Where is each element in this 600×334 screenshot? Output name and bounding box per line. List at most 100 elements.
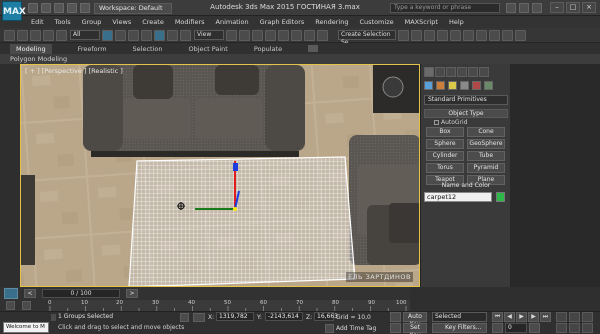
reference-coordinate-dropdown[interactable]: View	[194, 30, 224, 40]
help-icon[interactable]	[532, 3, 542, 13]
select-by-name-icon[interactable]	[115, 29, 126, 41]
binoculars-icon[interactable]	[506, 3, 516, 13]
space-warps-icon[interactable]	[484, 81, 493, 90]
tab-modeling[interactable]: Modeling	[10, 43, 52, 54]
viewport-layout-icon[interactable]	[4, 288, 18, 299]
keyboard-shortcut-icon[interactable]	[252, 29, 263, 41]
redo-icon[interactable]	[17, 29, 28, 41]
menu-help[interactable]: Help	[449, 18, 464, 26]
zoom-all-icon[interactable]	[569, 312, 580, 322]
tube-button[interactable]: Tube	[467, 151, 505, 161]
undo-icon[interactable]	[67, 3, 77, 13]
modify-tab-icon[interactable]	[435, 67, 445, 77]
viewcube-icon[interactable]	[382, 76, 404, 98]
add-time-tag[interactable]: Add Time Tag	[336, 325, 376, 332]
primitive-category-dropdown[interactable]: Standard Primitives	[424, 95, 508, 105]
unlink-icon[interactable]	[43, 29, 54, 41]
tab-populate[interactable]: Populate	[254, 45, 282, 53]
pyramid-button[interactable]: Pyramid	[467, 163, 505, 173]
menu-rendering[interactable]: Rendering	[315, 18, 348, 26]
orbit-icon[interactable]	[582, 323, 593, 333]
select-object-icon[interactable]	[102, 29, 113, 41]
key-icon[interactable]	[390, 312, 401, 322]
pan-view-icon[interactable]	[569, 323, 580, 333]
name-color-rollout[interactable]: Name and Color	[424, 182, 508, 190]
next-frame-icon[interactable]: ▶	[528, 312, 539, 322]
curve-editor-icon[interactable]	[450, 29, 461, 41]
geosphere-button[interactable]: GeoSphere	[467, 139, 505, 149]
zoom-icon[interactable]	[556, 312, 567, 322]
bind-space-warp-icon[interactable]	[56, 29, 67, 41]
angle-snap-icon[interactable]	[278, 29, 289, 41]
minimize-button[interactable]: –	[550, 2, 564, 13]
y-coord-field[interactable]: -2143,614	[265, 312, 303, 321]
search-input[interactable]: Type a keyword or phrase	[390, 3, 500, 13]
time-slider-frame[interactable]: 0 / 100	[42, 289, 120, 298]
torus-button[interactable]: Torus	[426, 163, 464, 173]
set-key-icon[interactable]	[390, 323, 401, 333]
cylinder-button[interactable]: Cylinder	[426, 151, 464, 161]
render-production-icon[interactable]	[515, 29, 526, 41]
utilities-tab-icon[interactable]	[479, 67, 489, 77]
rectangle-selection-icon[interactable]	[128, 29, 139, 41]
render-setup-icon[interactable]	[489, 29, 500, 41]
spinner-snap-icon[interactable]	[304, 29, 315, 41]
edit-named-selection-icon[interactable]	[317, 29, 328, 41]
app-menu-button[interactable]: MAX	[2, 1, 26, 21]
next-frame-button[interactable]: >	[126, 289, 138, 298]
window-crossing-icon[interactable]	[141, 29, 152, 41]
current-frame-field[interactable]: 0	[505, 323, 527, 333]
key-filters-button[interactable]: Key Filters...	[432, 323, 487, 333]
layer-manager-icon[interactable]	[424, 29, 435, 41]
motion-tab-icon[interactable]	[457, 67, 467, 77]
open-file-icon[interactable]	[41, 3, 51, 13]
rendered-frame-window-icon[interactable]	[502, 29, 513, 41]
percent-snap-icon[interactable]	[291, 29, 302, 41]
ribbon-options-icon[interactable]	[308, 45, 319, 52]
menu-animation[interactable]: Animation	[216, 18, 249, 26]
object-name-field[interactable]: carpet12	[424, 192, 492, 202]
lights-icon[interactable]	[448, 81, 457, 90]
menu-tools[interactable]: Tools	[55, 18, 71, 26]
snap-toggle-icon[interactable]	[265, 29, 276, 41]
select-scale-icon[interactable]	[180, 29, 191, 41]
trackbar-filter-icon[interactable]	[22, 301, 31, 310]
go-to-start-icon[interactable]: ⏮	[492, 312, 503, 322]
named-selection-sets-dropdown[interactable]: Create Selection Se	[338, 30, 396, 46]
graphite-toggle-icon[interactable]	[437, 29, 448, 41]
select-move-icon[interactable]	[154, 29, 165, 41]
star-icon[interactable]	[519, 3, 529, 13]
tab-freeform[interactable]: Freeform	[78, 45, 107, 53]
field-of-view-icon[interactable]	[556, 323, 567, 333]
maximize-button[interactable]: □	[566, 2, 580, 13]
select-rotate-icon[interactable]	[167, 29, 178, 41]
x-coord-field[interactable]: 1319,782	[216, 312, 254, 321]
z-coord-field[interactable]: 16,663	[314, 312, 338, 321]
object-type-rollout[interactable]: Object Type	[424, 109, 508, 118]
create-tab-icon[interactable]	[424, 67, 434, 77]
prev-frame-button[interactable]: <	[24, 289, 36, 298]
key-mode-dropdown[interactable]: Selected	[432, 312, 487, 322]
workspace-dropdown[interactable]: Workspace: Default	[94, 3, 172, 14]
manipulate-icon[interactable]	[239, 29, 250, 41]
previous-frame-icon[interactable]: ◀	[504, 312, 515, 322]
absolute-mode-icon[interactable]	[193, 313, 205, 322]
track-bar[interactable]: 0 10 20 30 40 50 60 70 80 90 100	[48, 300, 410, 311]
zoom-extents-icon[interactable]	[582, 312, 593, 322]
play-icon[interactable]: ▶	[516, 312, 527, 322]
menu-customize[interactable]: Customize	[359, 18, 393, 26]
key-mode-toggle-icon[interactable]	[492, 323, 503, 333]
pivot-center-icon[interactable]	[226, 29, 237, 41]
geometry-icon[interactable]	[424, 81, 433, 90]
hierarchy-tab-icon[interactable]	[446, 67, 456, 77]
helpers-icon[interactable]	[472, 81, 481, 90]
undo-icon[interactable]	[4, 29, 15, 41]
schematic-view-icon[interactable]	[463, 29, 474, 41]
object-color-swatch[interactable]	[496, 192, 505, 202]
sphere-button[interactable]: Sphere	[426, 139, 464, 149]
align-icon[interactable]	[411, 29, 422, 41]
go-to-end-icon[interactable]: ⏭	[540, 312, 551, 322]
menu-modifiers[interactable]: Modifiers	[175, 18, 205, 26]
cone-button[interactable]: Cone	[467, 127, 505, 137]
redo-icon[interactable]	[80, 3, 90, 13]
